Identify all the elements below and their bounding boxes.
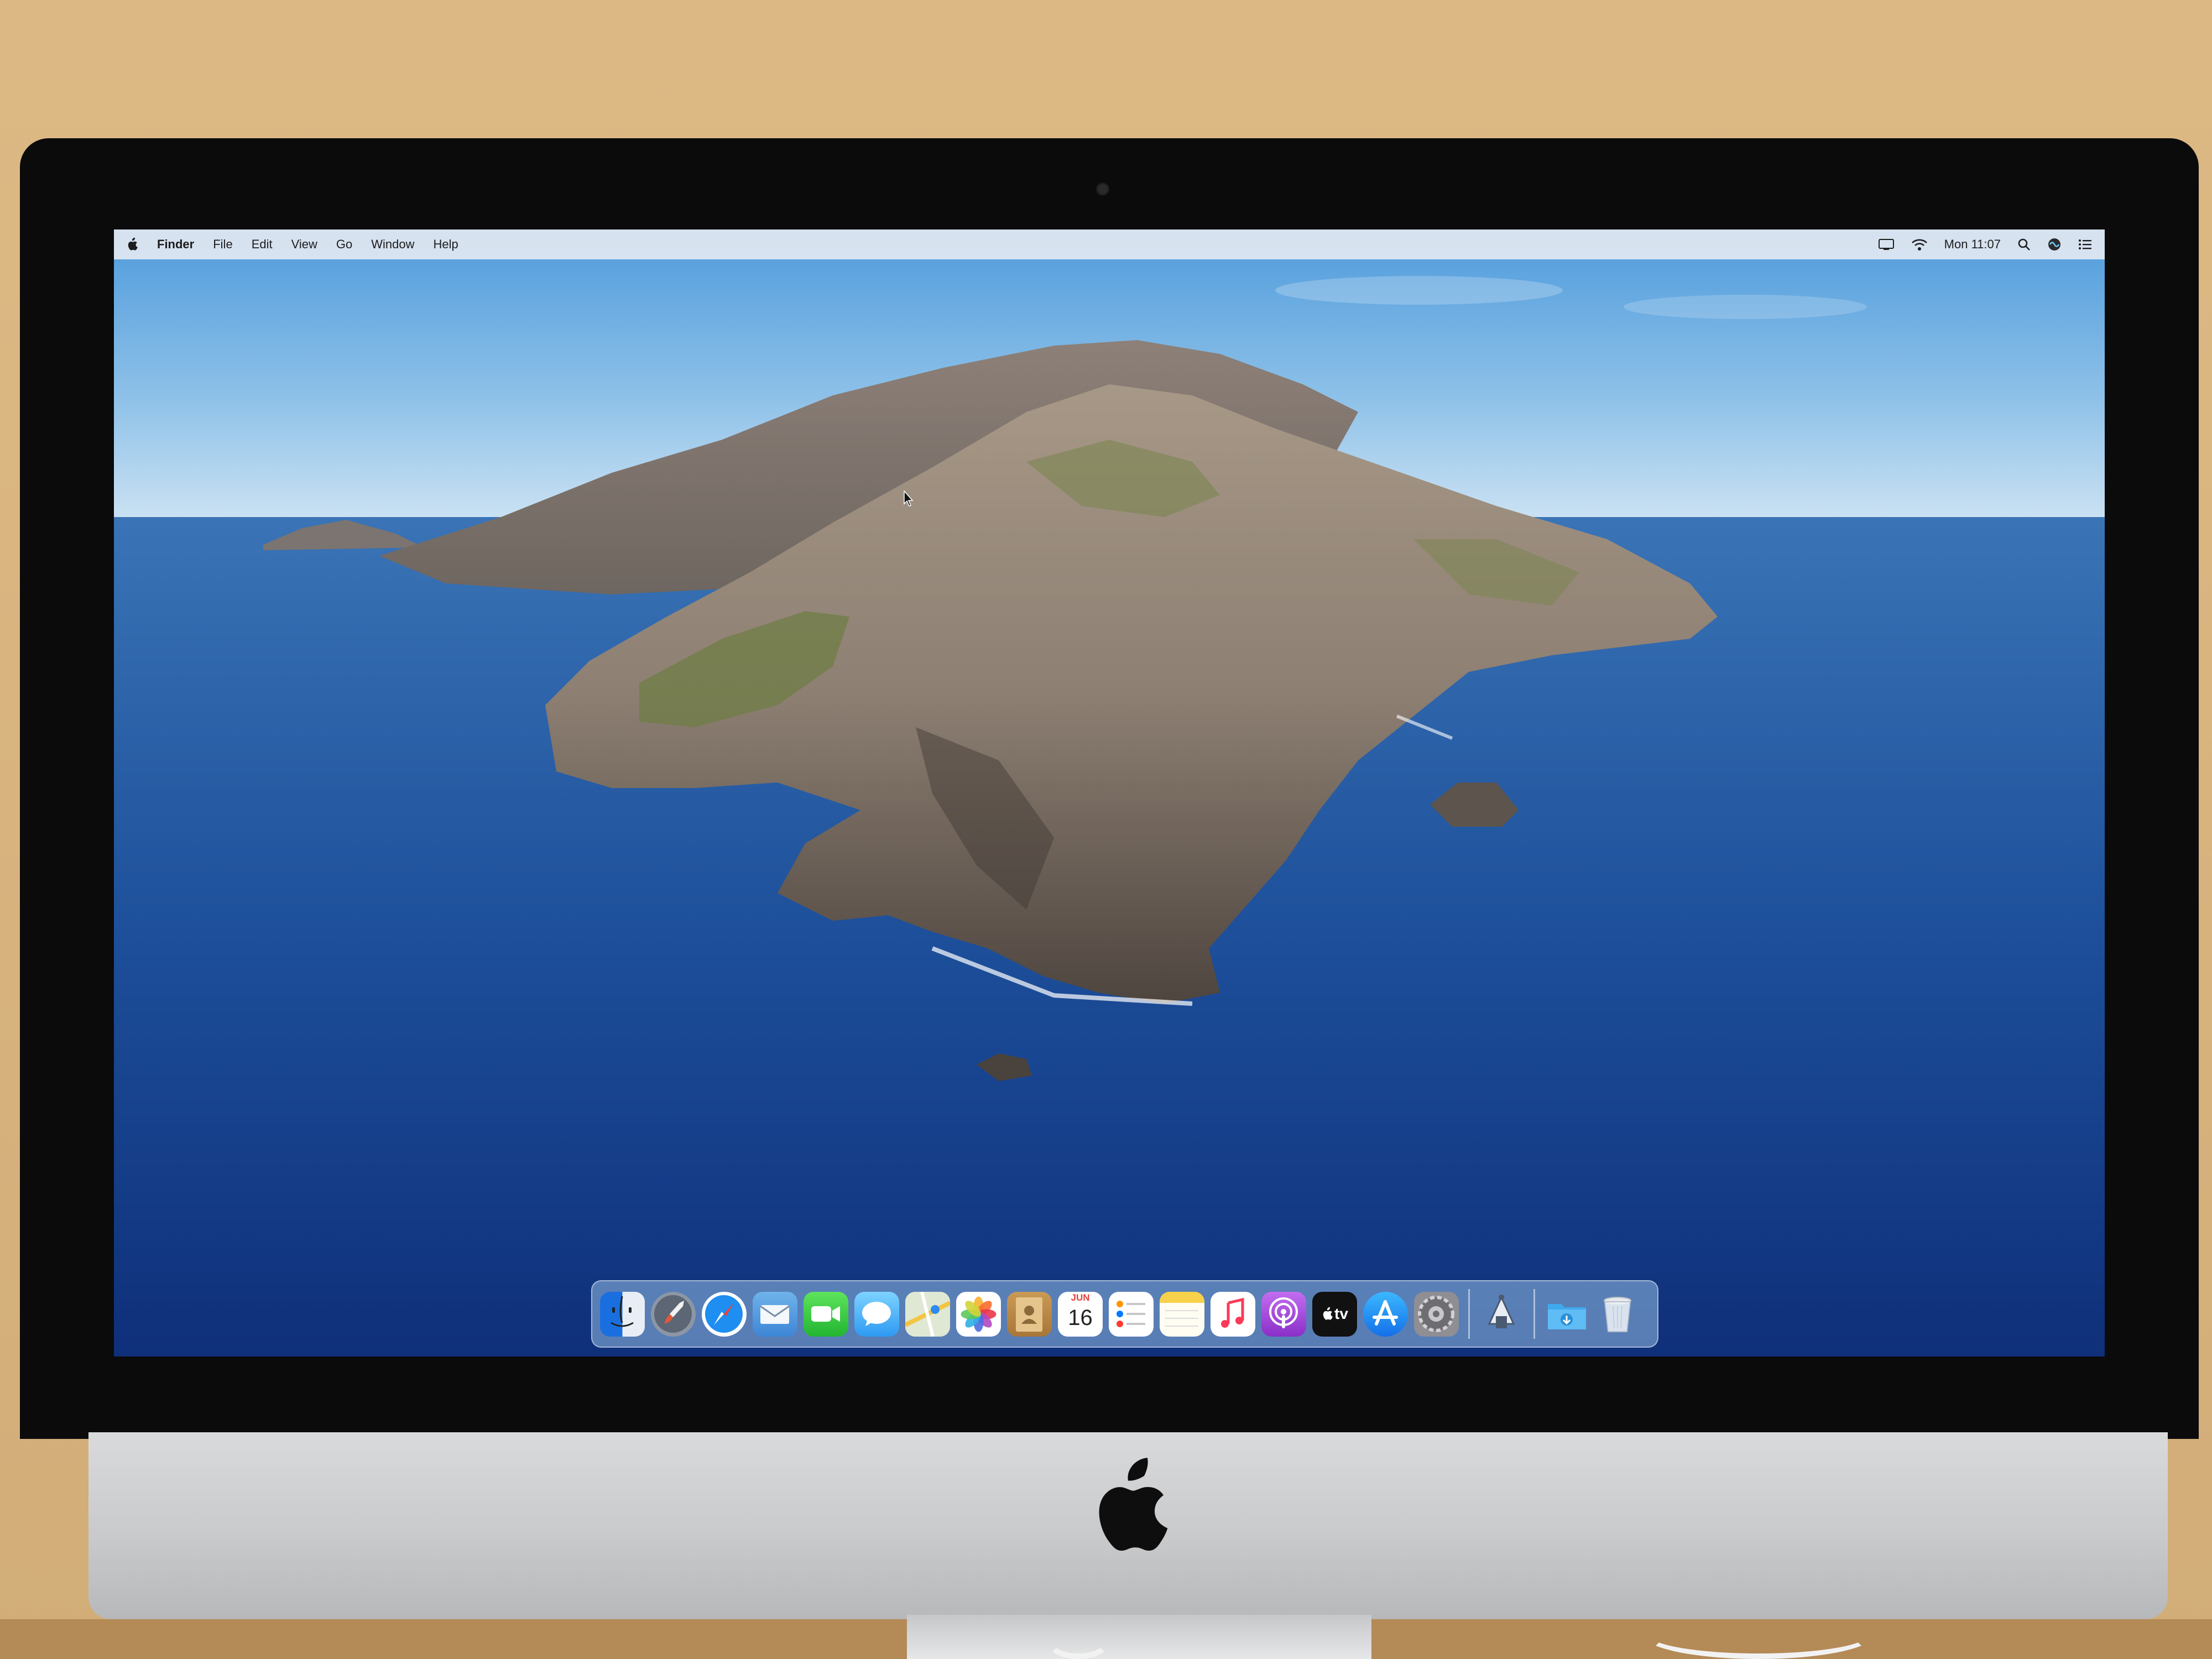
dock: JUN 16 tv (591, 1280, 1658, 1348)
apple-tv-label: tv (1334, 1305, 1348, 1322)
messages-icon[interactable] (854, 1291, 899, 1337)
app-icon[interactable] (1479, 1292, 1524, 1337)
desktop-wallpaper (114, 229, 2105, 1357)
contacts-icon[interactable] (1007, 1291, 1052, 1337)
apple-tv-logo-icon (1323, 1307, 1333, 1320)
power-cable (1045, 1620, 1112, 1659)
launchpad-icon[interactable] (651, 1291, 696, 1337)
camera (1096, 182, 1109, 196)
menu-window[interactable]: Window (371, 237, 414, 252)
notification-center-icon[interactable] (2078, 238, 2093, 251)
menu-edit[interactable]: Edit (252, 237, 273, 252)
menu-bar: Finder File Edit View Go Window Help Mon… (114, 229, 2105, 259)
menu-go[interactable]: Go (336, 237, 352, 252)
trash-icon[interactable] (1595, 1292, 1640, 1337)
menu-view[interactable]: View (291, 237, 317, 252)
apple-menu-icon[interactable] (126, 237, 138, 252)
calendar-month: JUN (1058, 1291, 1103, 1304)
downloads-folder-icon[interactable] (1545, 1292, 1589, 1337)
spotlight-icon[interactable] (2017, 238, 2031, 251)
dock-separator-2 (1533, 1289, 1535, 1339)
desktop-screen[interactable]: Finder File Edit View Go Window Help Mon… (114, 229, 2105, 1357)
calendar-icon[interactable]: JUN 16 (1058, 1291, 1103, 1337)
mail-icon[interactable] (753, 1291, 797, 1337)
facetime-icon[interactable] (804, 1291, 848, 1337)
wifi-icon[interactable] (1911, 238, 1928, 251)
siri-icon[interactable] (2047, 237, 2062, 252)
apple-logo-icon (1099, 1458, 1168, 1551)
safari-icon[interactable] (702, 1291, 747, 1337)
mouse-cursor-icon (904, 491, 914, 507)
photos-icon[interactable] (956, 1291, 1001, 1337)
apple-tv-icon[interactable]: tv (1312, 1291, 1357, 1337)
podcasts-icon[interactable] (1261, 1291, 1306, 1337)
menu-app-name[interactable]: Finder (157, 237, 194, 252)
system-preferences-icon[interactable] (1414, 1291, 1459, 1337)
notes-icon[interactable] (1160, 1291, 1204, 1337)
usb-cable (1642, 1609, 1875, 1659)
reminders-icon[interactable] (1109, 1291, 1154, 1337)
music-icon[interactable] (1211, 1291, 1255, 1337)
menu-clock[interactable]: Mon 11:07 (1944, 237, 2001, 252)
dock-separator (1468, 1289, 1470, 1339)
finder-icon[interactable] (600, 1291, 645, 1337)
maps-icon[interactable] (905, 1291, 950, 1337)
menu-file[interactable]: File (213, 237, 232, 252)
calendar-day: 16 (1068, 1305, 1093, 1330)
imac-stand (907, 1615, 1371, 1659)
menu-help[interactable]: Help (434, 237, 458, 252)
display-icon[interactable] (1878, 238, 1895, 251)
app-store-icon[interactable] (1363, 1291, 1408, 1337)
